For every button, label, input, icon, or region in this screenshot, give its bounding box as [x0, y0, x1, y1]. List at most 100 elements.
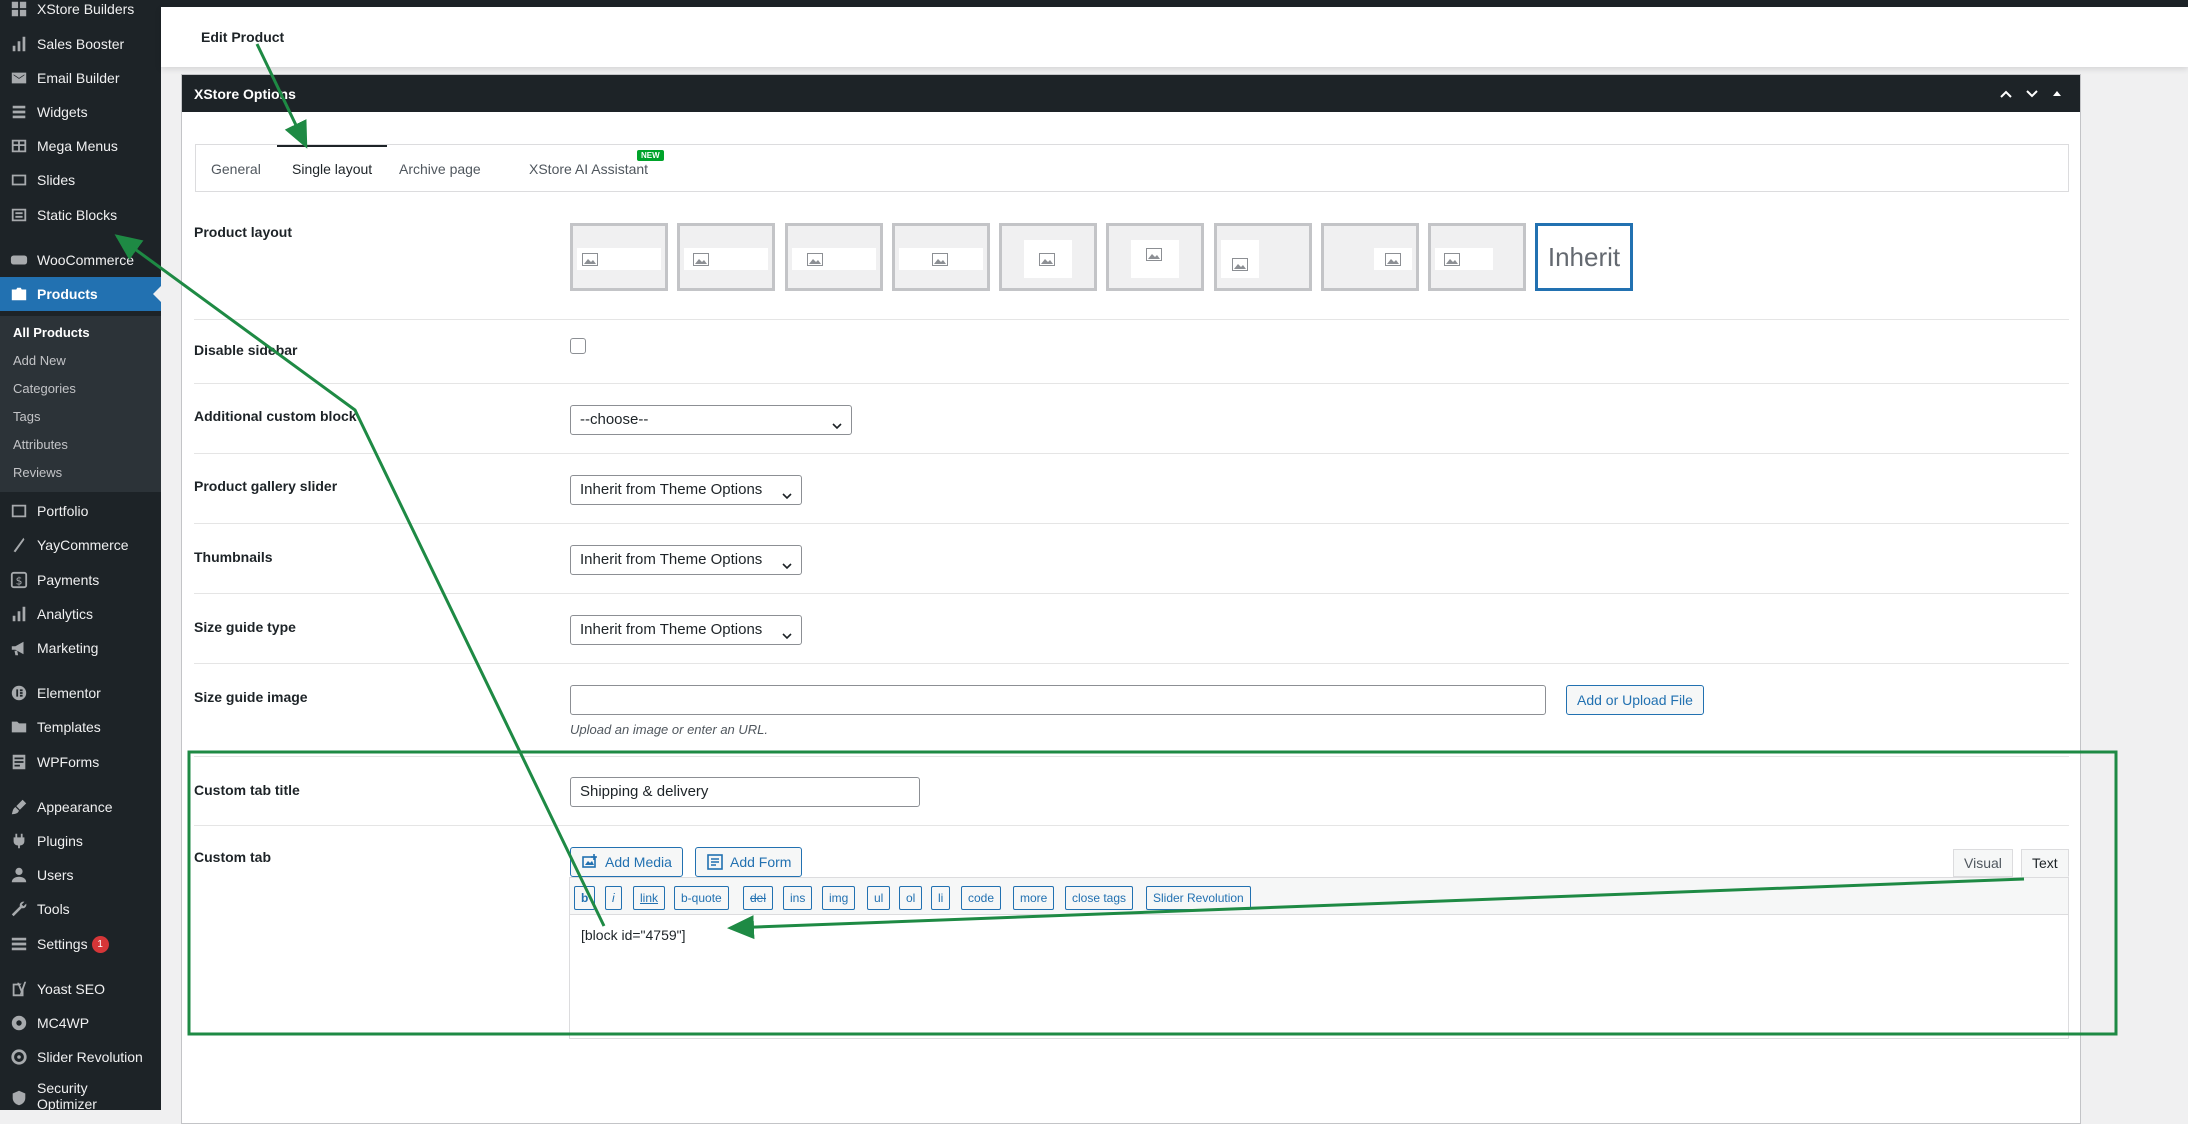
menu-yaycommerce[interactable]: YayCommerce: [0, 528, 161, 562]
custom-tab-title-input[interactable]: Shipping & delivery: [570, 777, 920, 807]
disable-sidebar-checkbox[interactable]: [570, 338, 586, 354]
menu-tools[interactable]: Tools: [0, 892, 161, 926]
layout-option-6[interactable]: [1106, 223, 1204, 291]
submenu-tags[interactable]: Tags: [13, 409, 40, 424]
qt-ins-button[interactable]: ins: [783, 886, 813, 910]
submenu-attributes[interactable]: Attributes: [13, 437, 68, 452]
row-divider: [194, 825, 2069, 826]
menu-label: Email Builder: [37, 70, 120, 86]
thumbnails-select[interactable]: Inherit from Theme Options: [570, 545, 802, 575]
menu-plugins[interactable]: Plugins: [0, 824, 161, 858]
layout-option-1[interactable]: [570, 223, 668, 291]
menu-wpforms[interactable]: WPForms: [0, 745, 161, 779]
select-value: Inherit from Theme Options: [580, 481, 763, 498]
menu-payments[interactable]: $ Payments: [0, 563, 161, 597]
layout-option-2[interactable]: [677, 223, 775, 291]
editor-tab-text[interactable]: Text: [2021, 849, 2069, 877]
menu-woocommerce[interactable]: WooCommerce: [0, 243, 161, 277]
menu-marketing[interactable]: Marketing: [0, 631, 161, 665]
menu-widgets[interactable]: Widgets: [0, 95, 161, 129]
blocks-icon: [9, 205, 29, 225]
layout-option-4[interactable]: [892, 223, 990, 291]
slides-icon: [9, 170, 29, 190]
svg-text:$: $: [16, 575, 23, 588]
qt-img-button[interactable]: img: [822, 886, 856, 910]
layout-option-8[interactable]: [1321, 223, 1419, 291]
menu-elementor[interactable]: Elementor: [0, 676, 161, 710]
size-guide-type-select[interactable]: Inherit from Theme Options: [570, 615, 802, 645]
menu-mc4wp[interactable]: MC4WP: [0, 1006, 161, 1040]
layout-option-5[interactable]: [999, 223, 1097, 291]
elementor-icon: [9, 683, 29, 703]
submenu-all-products[interactable]: All Products: [13, 325, 90, 340]
menu-email-builder[interactable]: Email Builder: [0, 61, 161, 95]
row-divider: [194, 756, 2069, 757]
collapse-triangle-icon[interactable]: [2047, 84, 2067, 104]
products-submenu: All Products Add New Categories Tags Att…: [0, 316, 161, 492]
additional-block-select[interactable]: --choose--: [570, 405, 852, 435]
menu-label: Appearance: [37, 799, 113, 815]
plug-icon: [9, 831, 29, 851]
qt-more-button[interactable]: more: [1013, 886, 1055, 910]
chevron-down-icon: [781, 484, 793, 500]
menu-yoast-seo[interactable]: Yoast SEO: [0, 972, 161, 1006]
tab-general[interactable]: General: [196, 145, 276, 193]
menu-label: Static Blocks: [37, 207, 118, 223]
menu-label: Users: [37, 867, 74, 883]
chevron-up-icon[interactable]: [1996, 84, 2016, 104]
qt-del-button[interactable]: del: [743, 886, 774, 910]
menu-settings[interactable]: Settings 1: [0, 927, 161, 961]
qt-link-button[interactable]: link: [633, 886, 666, 910]
qt-code-button[interactable]: code: [961, 886, 1002, 910]
menu-label: Products: [37, 286, 98, 302]
submenu-add-new[interactable]: Add New: [13, 353, 66, 368]
menu-slider-revolution[interactable]: Slider Revolution: [0, 1040, 161, 1074]
row-divider: [194, 383, 2069, 384]
menu-products[interactable]: Products: [0, 277, 161, 311]
menu-templates[interactable]: Templates: [0, 710, 161, 744]
layout-option-9[interactable]: [1428, 223, 1526, 291]
menu-xstore-builders[interactable]: XStore Builders: [0, 0, 161, 26]
image-icon: [1036, 251, 1058, 267]
size-guide-type-label: Size guide type: [194, 619, 296, 635]
add-form-button[interactable]: Add Form: [695, 847, 803, 877]
menu-label: XStore Builders: [37, 1, 135, 17]
bar-chart-icon: [9, 34, 29, 54]
layout-option-inherit[interactable]: Inherit: [1535, 223, 1633, 291]
products-icon: [9, 284, 29, 304]
menu-static-blocks[interactable]: Static Blocks: [0, 198, 161, 232]
menu-analytics[interactable]: Analytics: [0, 597, 161, 631]
chevron-down-icon[interactable]: [2022, 84, 2042, 104]
qt-ol-button[interactable]: ol: [899, 886, 923, 910]
editor-tab-visual[interactable]: Visual: [1953, 849, 2013, 877]
gallery-slider-select[interactable]: Inherit from Theme Options: [570, 475, 802, 505]
submenu-categories[interactable]: Categories: [13, 381, 76, 396]
menu-label: Sales Booster: [37, 36, 125, 52]
qt-close-tags-button[interactable]: close tags: [1065, 886, 1134, 910]
menu-slides[interactable]: Slides: [0, 163, 161, 197]
menu-sales-booster[interactable]: Sales Booster: [0, 27, 161, 61]
add-or-upload-file-button[interactable]: Add or Upload File: [1566, 685, 1704, 715]
qt-slider-revolution-button[interactable]: Slider Revolution: [1146, 886, 1251, 910]
menu-security-optimizer[interactable]: Security Optimizer: [0, 1080, 161, 1120]
qt-bquote-button[interactable]: b-quote: [674, 886, 729, 910]
tab-archive-page[interactable]: Archive page: [384, 145, 496, 193]
menu-label: Mega Menus: [37, 138, 118, 154]
qt-bold-button[interactable]: b: [574, 886, 596, 910]
qt-li-button[interactable]: li: [931, 886, 951, 910]
tab-single-layout[interactable]: Single layout: [277, 145, 388, 193]
size-guide-image-input[interactable]: [570, 685, 1546, 715]
menu-portfolio[interactable]: Portfolio: [0, 494, 161, 528]
layout-option-3[interactable]: [785, 223, 883, 291]
submenu-reviews[interactable]: Reviews: [13, 465, 62, 480]
menu-appearance[interactable]: Appearance: [0, 790, 161, 824]
image-icon: [690, 251, 712, 267]
qt-ul-button[interactable]: ul: [867, 886, 891, 910]
add-media-button[interactable]: Add Media: [570, 847, 683, 877]
menu-label: Widgets: [37, 104, 88, 120]
layout-option-7[interactable]: [1214, 223, 1312, 291]
qt-italic-button[interactable]: i: [605, 886, 622, 910]
menu-mega-menus[interactable]: Mega Menus: [0, 129, 161, 163]
custom-tab-textarea[interactable]: [block id="4759"]: [569, 915, 2069, 1039]
menu-users[interactable]: Users: [0, 858, 161, 892]
